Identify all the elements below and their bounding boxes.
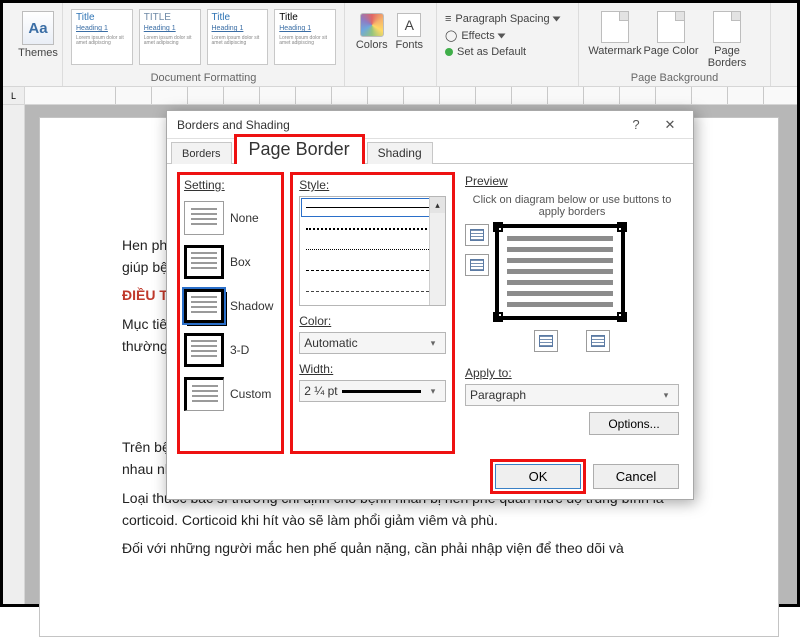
setting-column: Setting: None Box Shadow 3-D Custom: [177, 172, 284, 454]
style-column: Style: ▴ Color: Automatic▾ Width: 2 ¼ pt…: [290, 172, 455, 454]
page-bg-group: Watermark Page Color Page Borders Page B…: [579, 3, 771, 86]
chevron-down-icon: ▾: [425, 386, 441, 397]
scroll-up-icon[interactable]: ▴: [430, 197, 445, 213]
style-item[interactable]: TitleHeading 1Lorem ipsum dolor sit amet…: [207, 9, 269, 65]
style-item[interactable]: TitleHeading 1Lorem ipsum dolor sit amet…: [71, 9, 133, 65]
dialog-title: Borders and Shading: [173, 118, 619, 132]
tab-borders[interactable]: Borders: [171, 142, 232, 164]
setting-3d[interactable]: 3-D: [184, 328, 277, 372]
dialog-tabs: Borders Page Border Shading: [167, 139, 693, 163]
page-borders-icon: [713, 11, 741, 43]
style-option[interactable]: [300, 260, 445, 281]
set-default-button[interactable]: Set as Default: [445, 44, 570, 60]
border-left-button[interactable]: [534, 330, 558, 352]
cancel-button[interactable]: Cancel: [593, 464, 679, 489]
fonts-icon: A: [397, 13, 421, 37]
ribbon: Aa Themes TitleHeading 1Lorem ipsum dolo…: [3, 3, 797, 87]
effects-icon: ◯: [445, 29, 457, 42]
chevron-down-icon: ▾: [658, 390, 674, 401]
group-label: Page Background: [579, 72, 770, 84]
style-option[interactable]: [300, 239, 445, 260]
setting-label: Setting:: [184, 178, 277, 192]
close-button[interactable]: ✕: [653, 115, 687, 135]
options-button[interactable]: Options...: [589, 412, 679, 435]
border-top-button[interactable]: [465, 224, 489, 246]
apply-to-label: Apply to:: [465, 366, 679, 380]
width-sample-icon: [342, 390, 421, 393]
width-label: Width:: [299, 362, 446, 376]
preview-column: Preview Click on diagram below or use bu…: [461, 172, 683, 454]
chevron-down-icon: [497, 33, 505, 38]
watermark-icon: [601, 11, 629, 43]
width-combo[interactable]: 2 ¼ pt▾: [299, 380, 446, 402]
ruler-corner: L: [3, 87, 25, 104]
dialog-body: Setting: None Box Shadow 3-D Custom Styl…: [167, 164, 693, 460]
horizontal-ruler[interactable]: L: [3, 87, 797, 105]
paragraph-spacing-icon: ≡: [445, 13, 451, 25]
style-item[interactable]: TitleHeading 1Lorem ipsum dolor sit amet…: [274, 9, 336, 65]
setting-none[interactable]: None: [184, 196, 277, 240]
colors-button[interactable]: Colors: [353, 7, 391, 84]
vertical-ruler[interactable]: [3, 105, 25, 604]
chevron-down-icon: [552, 17, 560, 22]
color-combo[interactable]: Automatic▾: [299, 332, 446, 354]
style-option[interactable]: [300, 197, 445, 218]
colors-icon: [360, 13, 384, 37]
help-button[interactable]: ?: [619, 115, 653, 135]
borders-shading-dialog: Borders and Shading ? ✕ Borders Page Bor…: [166, 110, 694, 500]
style-option[interactable]: [300, 281, 445, 302]
doc-format-group: TitleHeading 1Lorem ipsum dolor sit amet…: [63, 3, 345, 86]
setting-box[interactable]: Box: [184, 240, 277, 284]
border-right-button[interactable]: [586, 330, 610, 352]
ruler-scale: [115, 87, 797, 104]
style-listbox[interactable]: ▴: [299, 196, 446, 306]
preview-diagram[interactable]: [495, 224, 625, 320]
tab-page-border[interactable]: Page Border: [234, 134, 365, 164]
themes-group: Aa Themes: [3, 3, 63, 86]
dialog-buttons: OK Cancel: [495, 464, 679, 489]
color-label: Color:: [299, 314, 446, 328]
setting-custom[interactable]: Custom: [184, 372, 277, 416]
preview-hint: Click on diagram below or use buttons to…: [465, 194, 679, 218]
border-bottom-button[interactable]: [465, 254, 489, 276]
ok-button[interactable]: OK: [495, 464, 581, 489]
group-label: Document Formatting: [63, 72, 344, 84]
style-gallery[interactable]: TitleHeading 1Lorem ipsum dolor sit amet…: [71, 7, 336, 65]
page-color-icon: [657, 11, 685, 43]
fonts-button[interactable]: AFonts: [391, 7, 429, 84]
chevron-down-icon: ▾: [425, 338, 441, 349]
spacing-group: ≡Paragraph Spacing ◯Effects Set as Defau…: [437, 3, 579, 86]
style-item[interactable]: TITLEHeading 1Lorem ipsum dolor sit amet…: [139, 9, 201, 65]
themes-button[interactable]: Aa Themes: [11, 7, 65, 59]
tab-shading[interactable]: Shading: [367, 142, 433, 164]
colors-fonts-group: Colors AFonts: [345, 3, 437, 86]
paragraph-spacing-button[interactable]: ≡Paragraph Spacing: [445, 11, 570, 27]
themes-icon: Aa: [22, 11, 54, 45]
check-icon: [445, 48, 453, 56]
themes-label: Themes: [18, 47, 58, 59]
preview-label: Preview: [465, 174, 679, 188]
setting-shadow[interactable]: Shadow: [184, 284, 277, 328]
apply-to-combo[interactable]: Paragraph▾: [465, 384, 679, 406]
style-label: Style:: [299, 178, 446, 192]
paragraph[interactable]: Đối với những người mắc hen phế quản nặn…: [122, 538, 714, 560]
scrollbar[interactable]: ▴: [429, 197, 445, 305]
effects-button[interactable]: ◯Effects: [445, 27, 570, 44]
style-option[interactable]: [300, 218, 445, 239]
